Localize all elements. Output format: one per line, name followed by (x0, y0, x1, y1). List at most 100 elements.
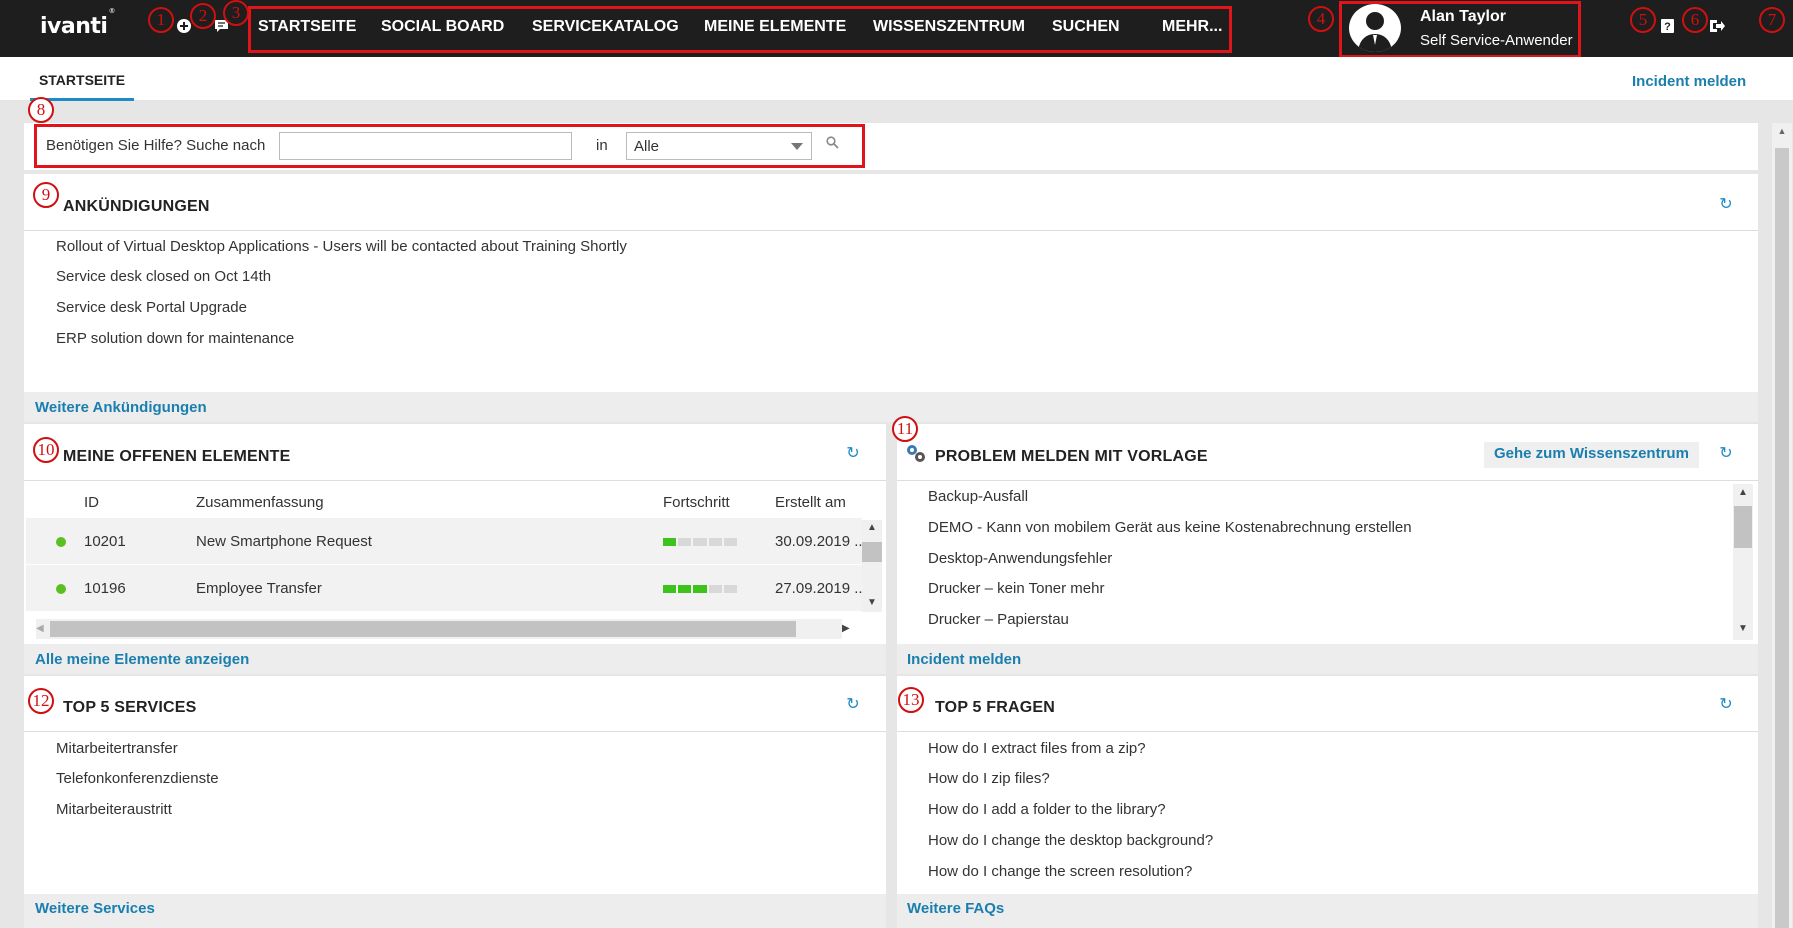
column-header-progress[interactable]: Fortschritt (663, 494, 730, 511)
announcement-item[interactable]: Service desk Portal Upgrade (56, 299, 247, 316)
search-icon[interactable] (826, 136, 844, 154)
template-item[interactable]: Desktop-Anwendungsfehler (928, 550, 1112, 567)
scroll-down-arrow-icon[interactable]: ▼ (867, 597, 877, 608)
user-role: Self Service-Anwender (1420, 32, 1573, 49)
avatar[interactable] (1349, 4, 1401, 52)
progress-segment (678, 538, 692, 546)
callout-6: 6 (1682, 7, 1708, 33)
status-ok-icon (56, 584, 66, 594)
faq-item[interactable]: How do I change the screen resolution? (928, 863, 1192, 880)
progress-segment (693, 538, 707, 546)
row-id: 10201 (84, 533, 126, 550)
template-item[interactable]: Drucker – kein Toner mehr (928, 580, 1104, 597)
page-scroll-thumb[interactable] (1775, 148, 1789, 928)
announcements-footer (24, 392, 1758, 422)
nav-servicekatalog[interactable]: SERVICEKATALOG (532, 18, 679, 36)
progress-bar (663, 585, 738, 593)
ivanti-logo[interactable]: ivanti® (40, 7, 115, 39)
faq-item[interactable]: How do I zip files? (928, 770, 1050, 787)
templates-footer (897, 644, 1758, 674)
knowledge-center-button[interactable]: Gehe zum Wissenszentrum (1484, 442, 1699, 468)
nav-suchen[interactable]: SUCHEN (1052, 18, 1120, 36)
more-announcements-link[interactable]: Weitere Ankündigungen (35, 399, 207, 416)
refresh-icon[interactable]: ↻ (1718, 697, 1734, 713)
scroll-up-arrow-icon[interactable]: ▲ (867, 522, 877, 533)
template-item[interactable]: Backup-Ausfall (928, 488, 1028, 505)
logout-icon[interactable] (1708, 17, 1726, 35)
refresh-icon[interactable]: ↻ (1718, 446, 1734, 462)
callout-3: 3 (223, 0, 249, 26)
tab-bar (0, 57, 1793, 101)
refresh-icon[interactable]: ↻ (1718, 197, 1734, 213)
faq-item[interactable]: How do I add a folder to the library? (928, 801, 1166, 818)
service-item[interactable]: Mitarbeitertransfer (56, 740, 178, 757)
row-summary: New Smartphone Request (196, 533, 372, 550)
announcement-item[interactable]: Rollout of Virtual Desktop Applications … (56, 238, 627, 255)
callout-4: 4 (1308, 6, 1334, 32)
table-hscroll-thumb[interactable] (50, 621, 796, 637)
refresh-icon[interactable]: ↻ (845, 697, 861, 713)
callout-9: 9 (33, 182, 59, 208)
table-scroll-thumb[interactable] (862, 542, 882, 562)
progress-segment (693, 585, 707, 593)
faq-item[interactable]: How do I extract files from a zip? (928, 740, 1146, 757)
incident-melden-footer-link[interactable]: Incident melden (907, 651, 1021, 668)
status-ok-icon (56, 537, 66, 547)
scroll-up-arrow-icon[interactable]: ▲ (1775, 126, 1789, 140)
tab-startseite[interactable]: STARTSEITE (30, 57, 134, 101)
top-questions-title: TOP 5 FRAGEN (935, 699, 1056, 716)
announcement-item[interactable]: ERP solution down for maintenance (56, 330, 294, 347)
help-icon[interactable]: ? (1658, 17, 1676, 35)
row-summary: Employee Transfer (196, 580, 322, 597)
callout-12: 12 (28, 688, 54, 714)
column-header-summary[interactable]: Zusammenfassung (196, 494, 324, 511)
templates-scroll-thumb[interactable] (1734, 506, 1752, 548)
callout-8: 8 (28, 97, 54, 123)
template-item[interactable]: Drucker – Papierstau (928, 611, 1069, 628)
open-items-title: MEINE OFFENEN ELEMENTE (63, 448, 291, 465)
nav-mehr[interactable]: MEHR... (1162, 18, 1222, 36)
row-id: 10196 (84, 580, 126, 597)
service-item[interactable]: Mitarbeiteraustritt (56, 801, 172, 818)
callout-5: 5 (1630, 7, 1656, 33)
search-label: Benötigen Sie Hilfe? Suche nach (46, 137, 266, 154)
scroll-down-arrow-icon[interactable]: ▼ (1738, 623, 1748, 634)
svg-text:?: ? (1664, 21, 1671, 33)
nav-wissenszentrum[interactable]: WISSENSZENTRUM (873, 18, 1025, 36)
column-header-created[interactable]: Erstellt am (775, 494, 846, 511)
progress-segment (708, 585, 722, 593)
faq-item[interactable]: How do I change the desktop background? (928, 832, 1213, 849)
column-header-id[interactable]: ID (84, 494, 99, 511)
row-created: 27.09.2019 ... (775, 580, 867, 597)
progress-segment (663, 585, 677, 593)
nav-social-board[interactable]: SOCIAL BOARD (381, 18, 504, 36)
progress-bar (663, 538, 738, 546)
more-faqs-link[interactable]: Weitere FAQs (907, 900, 1004, 917)
template-item[interactable]: DEMO - Kann von mobilem Gerät aus keine … (928, 519, 1412, 536)
callout-2: 2 (190, 3, 216, 29)
user-name[interactable]: Alan Taylor (1420, 8, 1506, 26)
callout-13: 13 (898, 687, 924, 713)
callout-11: 11 (892, 416, 918, 442)
top-questions-footer (897, 894, 1758, 928)
search-scope-select[interactable]: Alle (626, 132, 812, 160)
progress-segment (678, 585, 692, 593)
search-in-label: in (596, 137, 608, 154)
scroll-left-arrow-icon[interactable]: ◀ (36, 623, 44, 634)
scroll-up-arrow-icon[interactable]: ▲ (1738, 487, 1748, 498)
callout-10: 10 (33, 437, 59, 463)
templates-title: PROBLEM MELDEN MIT VORLAGE (935, 448, 1208, 465)
announcements-panel (24, 174, 1758, 392)
chevron-down-icon (791, 143, 803, 150)
scroll-right-arrow-icon[interactable]: ▶ (842, 623, 850, 634)
refresh-icon[interactable]: ↻ (845, 446, 861, 462)
progress-segment (708, 538, 722, 546)
show-all-items-link[interactable]: Alle meine Elemente anzeigen (35, 651, 249, 668)
announcement-item[interactable]: Service desk closed on Oct 14th (56, 268, 271, 285)
search-input[interactable] (279, 132, 572, 160)
nav-meine-elemente[interactable]: MEINE ELEMENTE (704, 18, 846, 36)
nav-startseite[interactable]: STARTSEITE (258, 18, 356, 36)
service-item[interactable]: Telefonkonferenzdienste (56, 770, 219, 787)
more-services-link[interactable]: Weitere Services (35, 900, 155, 917)
incident-melden-link[interactable]: Incident melden (1620, 73, 1754, 103)
